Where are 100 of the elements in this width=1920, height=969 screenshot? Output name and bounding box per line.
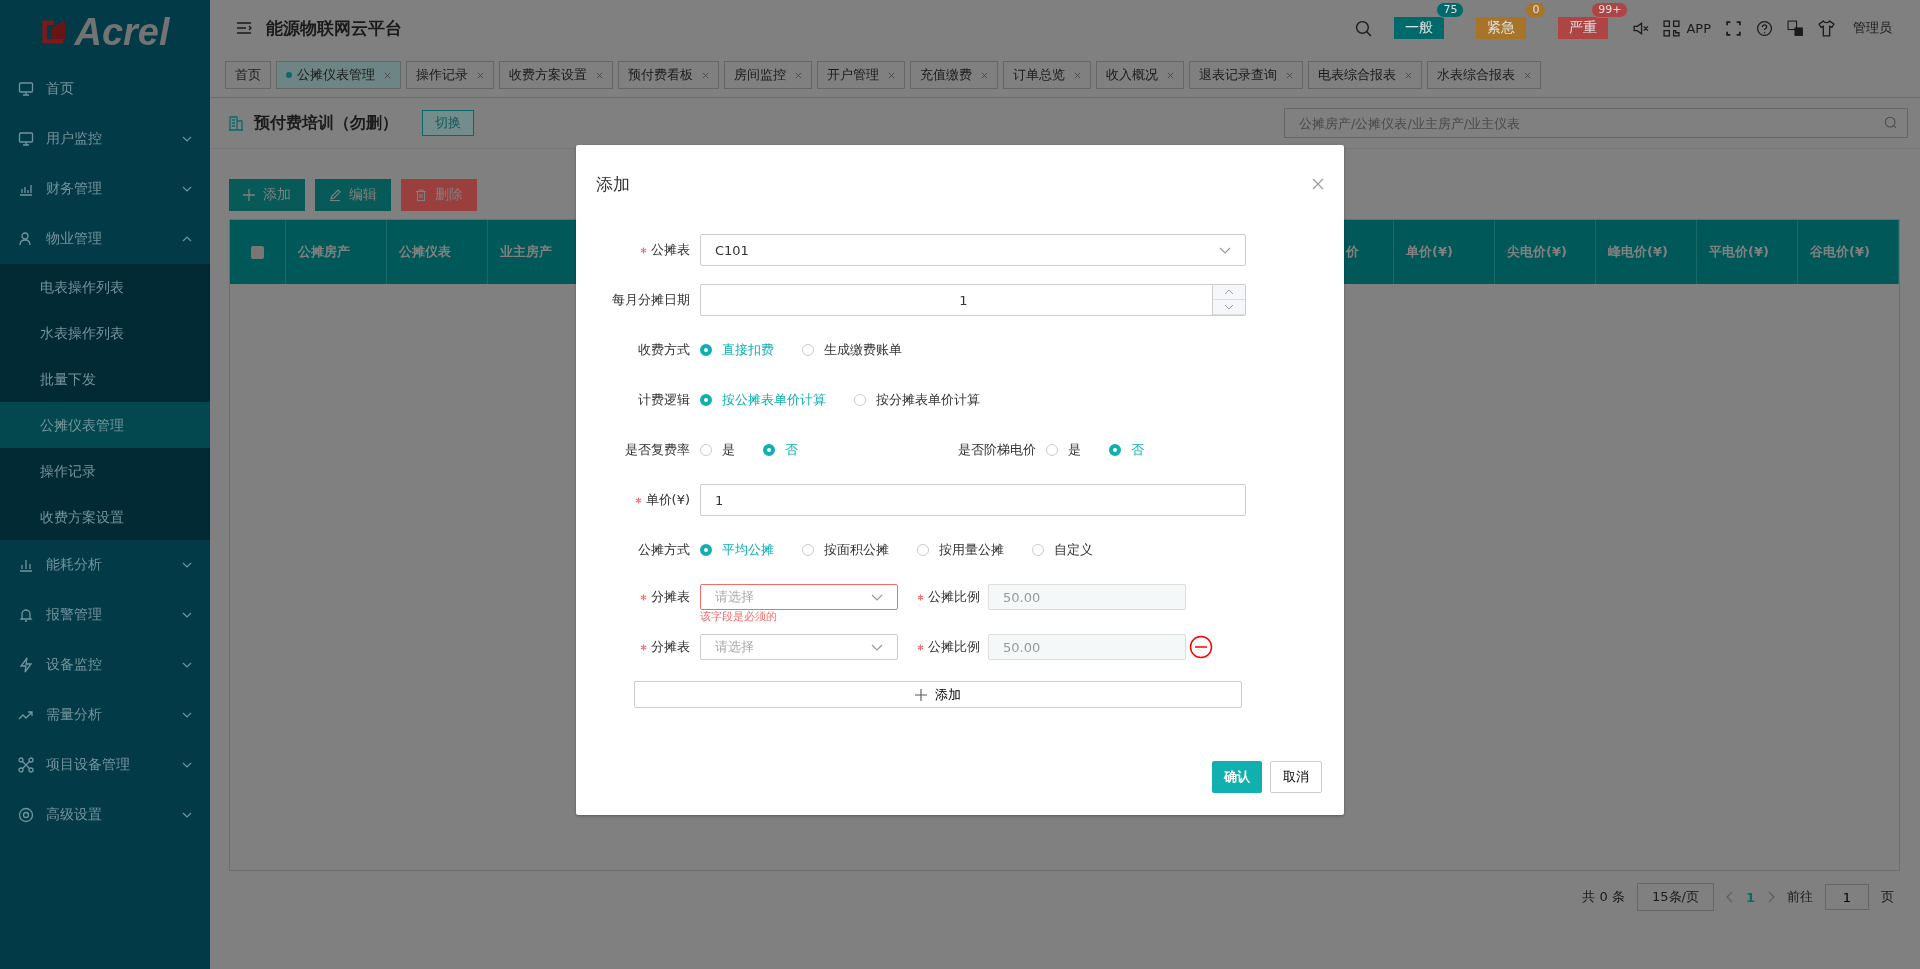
sidebar-subitem[interactable]: 批量下发 (0, 356, 210, 402)
close-icon[interactable] (1524, 71, 1531, 79)
translate-icon[interactable] (1787, 19, 1804, 37)
remove-icon[interactable] (1189, 635, 1213, 659)
field-label: 是否复费率 (624, 441, 691, 459)
close-icon[interactable] (795, 71, 802, 79)
number-field[interactable]: 1 (700, 284, 1246, 316)
field-label: 公摊方式 (637, 541, 691, 559)
count-badge: 75 (1436, 2, 1465, 18)
radio-option[interactable]: 是 (1046, 441, 1081, 459)
alarm-level-button[interactable]: 严重 (1558, 17, 1609, 39)
field-label: 是否阶梯电价 (957, 441, 1037, 459)
page-tab[interactable]: 操作记录 (406, 61, 494, 89)
user-name[interactable]: 管理员 (1853, 19, 1892, 37)
menu-icon[interactable] (236, 21, 252, 35)
meter-select[interactable]: 请选择 (700, 634, 898, 660)
sidebar-item[interactable]: 物业管理 (0, 214, 210, 264)
radio-option[interactable]: 按面积公摊 (802, 541, 889, 559)
chevron-icon (871, 643, 883, 651)
close-icon[interactable] (702, 71, 709, 79)
sidebar-subitem[interactable]: 电表操作列表 (0, 264, 210, 310)
page-tab[interactable]: 充值缴费 (910, 61, 998, 89)
sidebar-item[interactable]: 高级设置 (0, 790, 210, 840)
column-header: 单价(¥) (1394, 220, 1495, 284)
sidebar-item[interactable]: 首页 (0, 64, 210, 114)
page-tab[interactable]: 收入概况 (1096, 61, 1184, 89)
meter-select[interactable]: 请选择 (700, 584, 898, 610)
sidebar-item[interactable]: 财务管理 (0, 164, 210, 214)
alarm-level-button[interactable]: 一般 (1394, 17, 1445, 39)
alarm-level-button[interactable]: 紧急 (1476, 17, 1527, 39)
sidebar-subitem[interactable]: 公摊仪表管理 (0, 402, 210, 448)
page-tab[interactable]: 公摊仪表管理 (276, 61, 401, 89)
sidebar-subitem[interactable]: 操作记录 (0, 448, 210, 494)
sidebar-item[interactable]: 用户监控 (0, 114, 210, 164)
close-icon[interactable] (888, 71, 895, 79)
lightning-icon (18, 657, 34, 673)
switch-button[interactable]: 切换 (422, 110, 474, 136)
close-icon[interactable] (596, 71, 603, 79)
radio-option[interactable]: 生成缴费账单 (802, 341, 902, 359)
radio-option[interactable]: 直接扣费 (700, 341, 774, 359)
sidebar-item[interactable]: 项目设备管理 (0, 740, 210, 790)
chevron-icon (182, 186, 192, 192)
chevron-icon (182, 236, 192, 242)
page-tab[interactable]: 退表记录查询 (1189, 61, 1303, 89)
page-tab[interactable]: 电表综合报表 (1308, 61, 1422, 89)
close-icon[interactable] (1312, 178, 1324, 190)
sidebar-subitem[interactable]: 水表操作列表 (0, 310, 210, 356)
page-tab[interactable]: 收费方案设置 (499, 61, 613, 89)
chevron-icon (182, 136, 192, 142)
qr-grid-icon[interactable] (1663, 19, 1681, 37)
select-all-checkbox[interactable] (251, 245, 264, 259)
shirt-icon[interactable] (1818, 19, 1835, 37)
fullscreen-icon[interactable] (1725, 19, 1742, 37)
column-header: 公摊仪表 (387, 220, 488, 284)
cancel-button[interactable]: 取消 (1270, 761, 1322, 793)
radio-option[interactable]: 是 (700, 441, 735, 459)
confirm-button[interactable]: 确认 (1212, 761, 1262, 793)
radio-option[interactable]: 平均公摊 (700, 541, 774, 559)
radio-option[interactable]: 否 (763, 441, 798, 459)
close-icon[interactable] (1074, 71, 1081, 79)
goto-label: 前往 (1787, 888, 1813, 906)
meter-select[interactable]: C101 (700, 234, 1246, 266)
close-icon[interactable] (1405, 71, 1412, 79)
page-tab[interactable]: 房间监控 (724, 61, 812, 89)
sidebar-item[interactable]: 设备监控 (0, 640, 210, 690)
close-icon[interactable] (1286, 71, 1293, 79)
radio-option[interactable]: 否 (1109, 441, 1144, 459)
close-icon[interactable] (981, 71, 988, 79)
input-field[interactable]: 1 (700, 484, 1246, 516)
sidebar-subitem[interactable]: 收费方案设置 (0, 494, 210, 540)
search-icon[interactable] (1884, 116, 1898, 130)
page-suffix: 页 (1881, 888, 1894, 906)
mute-icon[interactable] (1632, 19, 1650, 37)
close-icon[interactable] (384, 71, 391, 79)
required-mark-icon (640, 643, 647, 651)
field-label: 公摊比例 (898, 634, 988, 660)
add-row-button[interactable]: 添加 (634, 681, 1242, 708)
search-icon[interactable] (1355, 19, 1373, 37)
count-badge: 0 (1525, 2, 1547, 18)
page-tab[interactable]: 预付费看板 (618, 61, 719, 89)
page-tab[interactable]: 水表综合报表 (1427, 61, 1541, 89)
close-icon[interactable] (1167, 71, 1174, 79)
page-size-select[interactable]: 15条/页 (1637, 883, 1714, 911)
previous-page-icon[interactable] (1725, 891, 1734, 903)
sidebar-item[interactable]: 能耗分析 (0, 540, 210, 590)
ratio-field: 50.00 (988, 584, 1186, 610)
radio-option[interactable]: 按用量公摊 (917, 541, 1004, 559)
sidebar-item[interactable]: 需量分析 (0, 690, 210, 740)
page-tab[interactable]: 首页 (225, 61, 271, 89)
page-tab[interactable]: 开户管理 (817, 61, 905, 89)
radio-option[interactable]: 按公摊表单价计算 (700, 391, 826, 409)
close-icon[interactable] (477, 71, 484, 79)
app-link[interactable]: APP (1686, 20, 1711, 36)
radio-option[interactable]: 自定义 (1032, 541, 1093, 559)
page-tab[interactable]: 订单总览 (1003, 61, 1091, 89)
sidebar-item[interactable]: 报警管理 (0, 590, 210, 640)
radio-option[interactable]: 按分摊表单价计算 (854, 391, 980, 409)
help-icon[interactable] (1756, 19, 1773, 37)
goto-page-field[interactable]: 1 (1825, 884, 1869, 910)
next-page-icon[interactable] (1767, 891, 1775, 903)
